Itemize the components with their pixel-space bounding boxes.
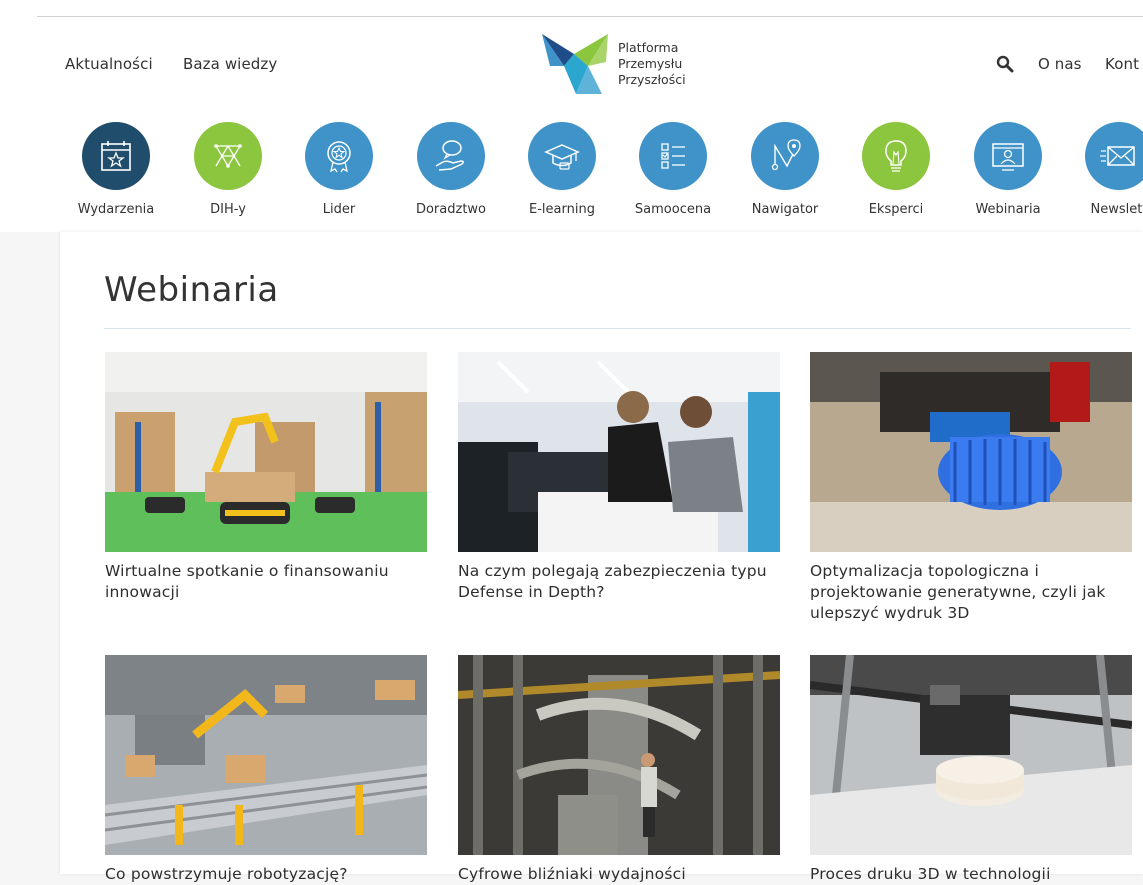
webinar-thumbnail[interactable] bbox=[105, 352, 427, 552]
webinar-title[interactable]: Na czym polegają zabezpieczenia typu Def… bbox=[458, 561, 780, 603]
webinar-title[interactable]: Wirtualne spotkanie o finansowaniu innow… bbox=[105, 561, 427, 603]
webinar-card[interactable]: Cyfrowe bliźniaki wydajności bbox=[458, 655, 780, 885]
webinar-title[interactable]: Co powstrzymuje robotyzację? bbox=[105, 864, 427, 885]
calendar-star-icon bbox=[82, 122, 150, 190]
category-e-learning[interactable]: E-learning bbox=[506, 122, 618, 217]
platform-logo[interactable] bbox=[540, 32, 610, 96]
category-newsletter[interactable]: Newslett bbox=[1063, 122, 1143, 217]
webinar-title[interactable]: Proces druku 3D w technologii bbox=[810, 864, 1132, 885]
category-label: DIH-y bbox=[210, 202, 246, 217]
webinar-thumbnail[interactable] bbox=[810, 352, 1132, 552]
envelope-icon bbox=[1085, 122, 1143, 190]
category-label: Samoocena bbox=[634, 202, 712, 217]
category-doradztwo[interactable]: Doradztwo bbox=[395, 122, 507, 217]
webinar-title[interactable]: Cyfrowe bliźniaki wydajności bbox=[458, 864, 780, 885]
logo-line-2: Przemysłu bbox=[618, 56, 683, 71]
nav-link-kontakt[interactable]: Kont bbox=[1105, 55, 1139, 73]
route-pin-icon bbox=[751, 122, 819, 190]
network-icon bbox=[194, 122, 262, 190]
category-label: Wydarzenia bbox=[77, 202, 155, 217]
webinar-card[interactable]: Optymalizacja topologiczna i projektowan… bbox=[810, 352, 1132, 624]
category-lider[interactable]: Lider bbox=[283, 122, 395, 217]
webinar-card[interactable]: Wirtualne spotkanie o finansowaniu innow… bbox=[105, 352, 427, 603]
category-label: Lider bbox=[322, 202, 356, 217]
header-divider bbox=[37, 16, 1143, 17]
webinar-icon bbox=[974, 122, 1042, 190]
category-webinaria[interactable]: Webinaria bbox=[952, 122, 1064, 217]
webinar-thumbnail[interactable] bbox=[458, 655, 780, 855]
title-divider bbox=[104, 328, 1131, 329]
category-wydarzenia[interactable]: Wydarzenia bbox=[60, 122, 172, 217]
webinar-card[interactable]: Na czym polegają zabezpieczenia typu Def… bbox=[458, 352, 780, 603]
nav-link-baza-wiedzy[interactable]: Baza wiedzy bbox=[183, 55, 277, 73]
category-nawigator[interactable]: Nawigator bbox=[729, 122, 841, 217]
category-label: E-learning bbox=[529, 202, 595, 217]
logo-text: Platforma Przemysłu Przyszłości bbox=[618, 40, 686, 88]
category-label: Newslett bbox=[1090, 202, 1143, 217]
logo-line-3: Przyszłości bbox=[618, 72, 686, 87]
category-eksperci[interactable]: Eksperci bbox=[840, 122, 952, 217]
webinar-thumbnail[interactable] bbox=[810, 655, 1132, 855]
logo-line-1: Platforma bbox=[618, 40, 679, 55]
site-header: Aktualności Baza wiedzy Platforma Przemy… bbox=[0, 0, 1143, 232]
webinar-title[interactable]: Optymalizacja topologiczna i projektowan… bbox=[810, 561, 1132, 624]
category-dih-y[interactable]: DIH-y bbox=[172, 122, 284, 217]
webinar-thumbnail[interactable] bbox=[105, 655, 427, 855]
nav-link-o-nas[interactable]: O nas bbox=[1038, 55, 1082, 73]
award-icon bbox=[305, 122, 373, 190]
page-title: Webinaria bbox=[104, 270, 279, 310]
nav-link-aktualnosci[interactable]: Aktualności bbox=[65, 55, 153, 73]
webinar-card[interactable]: Proces druku 3D w technologii bbox=[810, 655, 1132, 885]
category-label: Doradztwo bbox=[415, 202, 487, 217]
category-samoocena[interactable]: Samoocena bbox=[617, 122, 729, 217]
lightbulb-icon bbox=[862, 122, 930, 190]
category-label: Nawigator bbox=[751, 202, 819, 217]
webinar-thumbnail[interactable] bbox=[458, 352, 780, 552]
checklist-icon bbox=[639, 122, 707, 190]
category-label: Eksperci bbox=[868, 202, 924, 217]
graduation-cap-icon bbox=[528, 122, 596, 190]
webinar-card[interactable]: Co powstrzymuje robotyzację? bbox=[105, 655, 427, 885]
advice-hand-icon bbox=[417, 122, 485, 190]
search-icon[interactable] bbox=[996, 55, 1014, 73]
category-label: Webinaria bbox=[975, 202, 1041, 217]
